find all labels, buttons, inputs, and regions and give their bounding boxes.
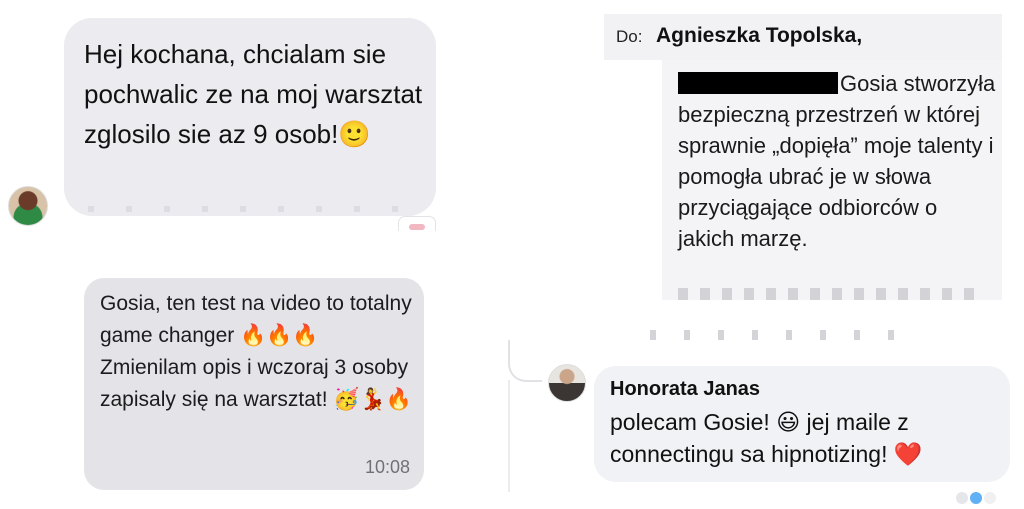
email-body-text: Gosia stworzyła bezpieczną przestrzeń w … [678,71,996,251]
comment-reactions[interactable] [956,492,1000,504]
email-text: Gosia stworzyła bezpieczną przestrzeń w … [678,68,996,254]
comment-text: polecam Gosie! 😃 jej maile z connectingu… [610,409,923,467]
reaction-icon [984,492,996,504]
comment-author[interactable]: Honorata Janas [610,378,760,401]
message-timestamp: 10:08 [364,457,410,477]
comment-bubble: Honorata Janas polecam Gosie! 😃 jej mail… [594,366,1010,482]
commenter-avatar[interactable] [548,364,586,402]
redaction-bar [678,72,838,94]
reply-thread-connector [508,340,542,382]
like-reaction-icon [970,492,982,504]
cropped-text-remnant [88,206,408,212]
heart-reaction-icon[interactable] [398,216,436,231]
message-text: Gosia, ten test na video to totalny game… [100,288,416,416]
message-bubble-video-test: Gosia, ten test na video to totalny game… [84,278,424,490]
recipient-name[interactable]: Agnieszka Topolska, [656,24,862,48]
message-text-line: Zmienilam opis i wczoraj 3 osoby zapisal… [100,356,412,411]
email-body: Gosia stworzyła bezpieczną przestrzeń w … [662,60,1002,300]
reaction-icon [956,492,968,504]
cropped-text-remnant [650,330,910,340]
sender-avatar [8,186,48,226]
email-recipient-header: Do: Agnieszka Topolska, [604,14,1002,60]
cropped-text-remnant [678,288,978,300]
message-text-line: Gosia, ten test na video to totalny game… [100,292,412,347]
message-text: Hej kochana, chcialam sie pochwalic ze n… [84,39,423,149]
reply-thread-line [508,380,510,492]
to-label: Do: [616,27,643,46]
message-bubble-workshop: Hej kochana, chcialam sie pochwalic ze n… [64,18,436,216]
